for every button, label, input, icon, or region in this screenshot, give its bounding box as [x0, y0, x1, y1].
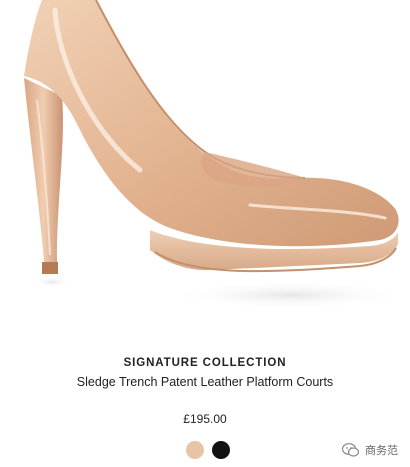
- product-image[interactable]: [0, 0, 410, 335]
- watermark-text: 商务范: [365, 445, 398, 457]
- wechat-icon: [341, 443, 360, 457]
- shoe-illustration: [24, 0, 410, 309]
- product-name[interactable]: Sledge Trench Patent Leather Platform Co…: [0, 375, 410, 389]
- collection-label: SIGNATURE COLLECTION: [123, 357, 287, 369]
- product-price: £195.00: [183, 412, 227, 426]
- swatch-black[interactable]: [212, 441, 230, 459]
- watermark: 商务范: [341, 440, 398, 460]
- color-swatches: [186, 441, 230, 459]
- swatch-nude[interactable]: [186, 441, 204, 459]
